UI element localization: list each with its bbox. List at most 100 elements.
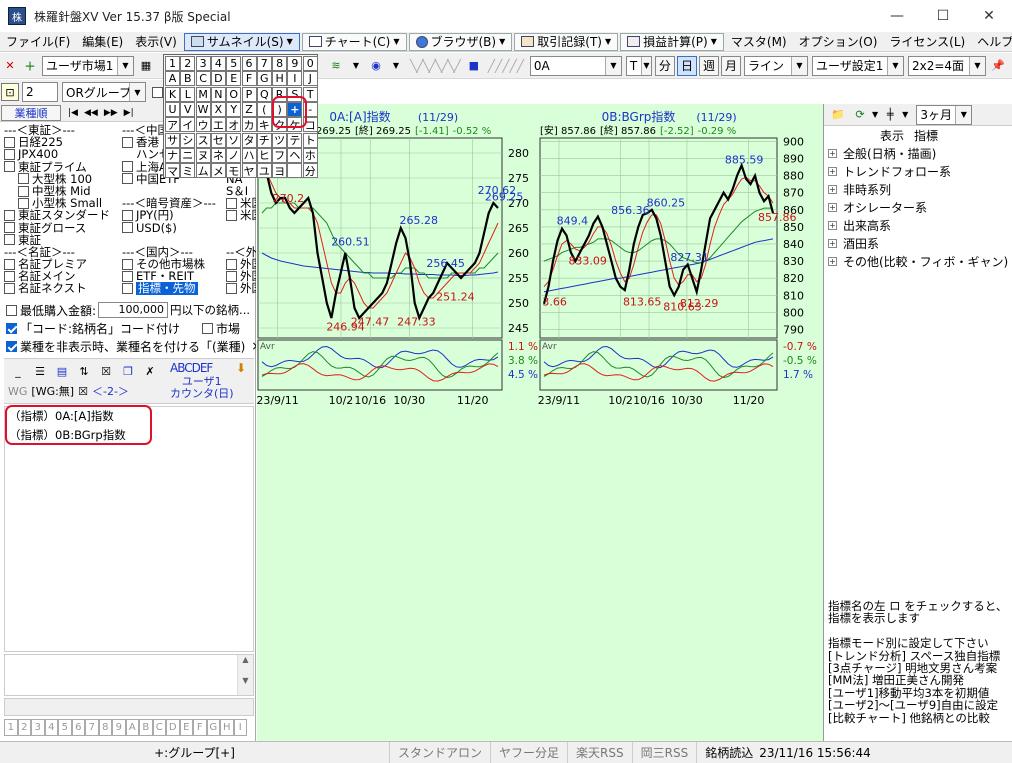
chevron-down-icon[interactable]: ▼ <box>387 57 405 75</box>
kana-key[interactable]: 9 <box>287 56 303 71</box>
kana-key[interactable]: フ <box>272 147 288 163</box>
bottom-key[interactable]: 8 <box>98 719 112 736</box>
group-icon[interactable]: ⊡ <box>1 83 19 101</box>
bottom-key[interactable]: G <box>206 719 220 736</box>
nav2-button[interactable]: ＜-2-＞ <box>92 383 129 399</box>
tree-item[interactable]: + オシレーター系 <box>828 198 1012 216</box>
copy-icon[interactable]: ❐ <box>119 362 137 380</box>
kana-key[interactable]: D <box>210 71 226 87</box>
nav-prev[interactable]: ◀◀ <box>84 108 98 118</box>
download-icon[interactable]: ⬇ <box>236 361 246 375</box>
week-button[interactable]: 週 <box>698 55 719 76</box>
tree-item[interactable]: + 酒田系 <box>828 234 1012 252</box>
counter-label[interactable]: カウンタ(日) <box>170 388 234 400</box>
kana-key[interactable]: ソ <box>226 132 242 148</box>
bottom-key[interactable]: 7 <box>85 719 99 736</box>
kana-key[interactable]: 7 <box>256 56 272 71</box>
bottom-key[interactable]: 9 <box>112 719 126 736</box>
line-combo[interactable]: ライン ▼ <box>743 55 808 76</box>
kana-key[interactable]: U <box>165 101 180 117</box>
kana-key[interactable]: B <box>180 71 196 87</box>
kana-key[interactable]: ヘ <box>287 147 303 163</box>
maximize-button[interactable]: ☐ <box>920 0 966 32</box>
kana-key[interactable]: ウ <box>195 117 211 133</box>
clear-list-icon[interactable]: ☒ <box>97 362 115 380</box>
min-buy-checkbox[interactable] <box>6 304 17 316</box>
market-row[interactable]: 米国 <box>226 209 256 222</box>
chevron-down-icon[interactable]: ▼ <box>347 57 365 75</box>
kana-key[interactable]: 2 <box>180 56 196 71</box>
kana-key[interactable]: ヒ <box>256 147 272 163</box>
market-checkbox[interactable] <box>4 234 15 246</box>
chevron-down-icon[interactable]: ▼ <box>902 110 908 119</box>
line-style-icon[interactable]: ╱╱╱╱╱ <box>488 59 524 73</box>
folder-icon[interactable]: 📁 <box>829 106 847 124</box>
kana-key[interactable]: テ <box>287 132 303 148</box>
tree-item[interactable]: + 出来高系 <box>828 216 1012 234</box>
expand-icon[interactable]: + <box>828 202 837 212</box>
kana-key[interactable]: ヨ <box>272 163 288 179</box>
crosshair-icon[interactable]: ╪ <box>881 106 899 124</box>
kana-key[interactable]: Q <box>256 86 272 102</box>
market-checkbox[interactable] <box>18 185 29 197</box>
chevron-down-icon[interactable]: ▼ <box>238 676 253 685</box>
menu-file[interactable]: ファイル(F) <box>0 32 76 52</box>
kana-key[interactable]: 1 <box>165 56 180 71</box>
tree-item[interactable]: + その他(比較・フィボ・ギャン) <box>828 252 1012 270</box>
kana-key[interactable]: ヌ <box>195 147 211 163</box>
kana-key[interactable]: E <box>226 71 242 87</box>
bottom-key[interactable]: F <box>193 719 207 736</box>
bottom-key[interactable]: I <box>233 719 247 736</box>
kana-key[interactable]: ユ <box>256 163 272 179</box>
kana-key[interactable]: ム <box>195 163 211 179</box>
group-combo[interactable]: ORグループ ▼ <box>62 82 146 102</box>
market-checkbox[interactable] <box>226 258 237 270</box>
kana-key[interactable]: シ <box>180 132 196 148</box>
expand-icon[interactable]: + <box>828 238 837 248</box>
minimize-button[interactable]: — <box>874 0 920 32</box>
kana-key[interactable]: ネ <box>210 147 226 163</box>
market-checkbox[interactable] <box>226 270 237 282</box>
code-combo[interactable]: 0A ▼ <box>529 55 622 76</box>
close-icon[interactable]: × <box>251 339 256 353</box>
market-row[interactable]: 東証スタンダード <box>4 209 124 222</box>
kana-key[interactable]: 3 <box>195 56 211 71</box>
kana-key[interactable]: Y <box>226 101 242 117</box>
kana-key[interactable]: 8 <box>272 56 288 71</box>
kana-key[interactable]: 0 <box>302 56 318 71</box>
market-row[interactable]: 東証グロース <box>4 221 124 234</box>
kana-key[interactable]: カ <box>241 117 257 133</box>
kana-key[interactable]: マ <box>165 163 180 179</box>
menu-profit-calc[interactable]: 損益計算(P) ▼ <box>620 32 724 51</box>
tree-item[interactable]: + 非時系列 <box>828 180 1012 198</box>
market-checkbox[interactable] <box>4 148 15 160</box>
market-checkbox[interactable] <box>122 258 133 270</box>
kana-key[interactable]: チ <box>256 132 272 148</box>
sort-button[interactable]: 業種順 <box>1 104 61 121</box>
refresh-icon[interactable]: ⟳ <box>851 106 869 124</box>
kana-key[interactable]: C <box>195 71 211 87</box>
kana-key[interactable]: セ <box>210 132 226 148</box>
menu-trade-record[interactable]: 取引記録(T) ▼ <box>514 32 619 51</box>
market-row[interactable]: USD($) <box>122 221 232 234</box>
kana-key[interactable]: F <box>241 71 257 87</box>
kana-key[interactable]: 分 <box>302 163 318 179</box>
compass-icon[interactable]: ◉ <box>367 57 385 75</box>
bottom-key[interactable]: 5 <box>58 719 72 736</box>
nav-next[interactable]: ▶▶ <box>104 108 118 118</box>
kana-key[interactable]: ノ <box>226 147 242 163</box>
indicator-icon[interactable]: ≋ <box>327 57 345 75</box>
nav-first[interactable]: |◀ <box>68 108 78 118</box>
market-row[interactable]: 名証ネクスト <box>4 282 124 295</box>
min-buy-field[interactable]: 100,000 <box>98 302 169 318</box>
kana-key[interactable]: ア <box>165 117 180 133</box>
market-checkbox[interactable] <box>122 209 133 221</box>
menu-master[interactable]: マスタ(M) <box>725 32 793 52</box>
kana-key[interactable]: I <box>287 71 303 87</box>
market-checkbox[interactable] <box>122 161 133 173</box>
market-checkbox[interactable] <box>4 283 15 295</box>
kana-key[interactable]: 5 <box>226 56 242 71</box>
memo-scrollbar[interactable]: ▲ ▼ <box>237 655 253 695</box>
bottom-key[interactable]: B <box>139 719 153 736</box>
bottom-key[interactable]: 3 <box>31 719 45 736</box>
